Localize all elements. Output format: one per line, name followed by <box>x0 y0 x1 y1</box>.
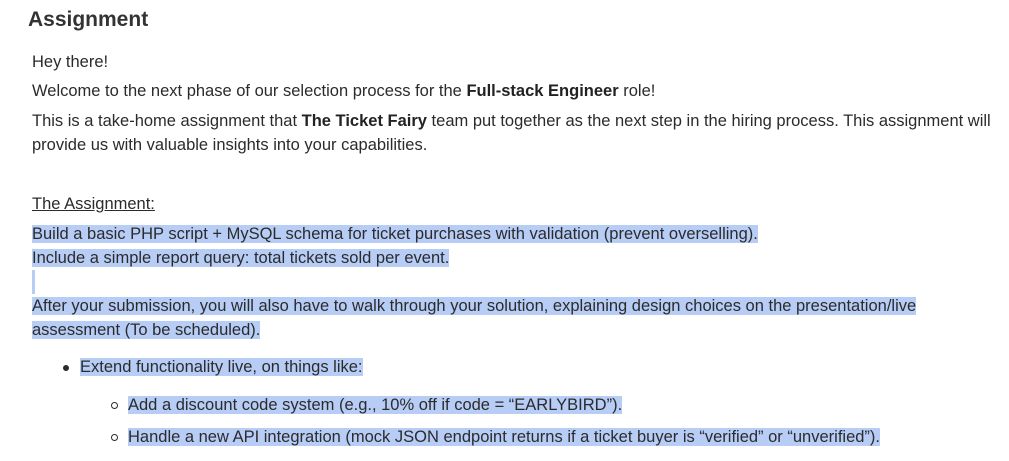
selected-text: After your submission, you will also hav… <box>32 297 917 315</box>
after-submission-line-1: After your submission, you will also hav… <box>32 294 1002 318</box>
selected-text: assessment (To be scheduled). <box>32 321 261 339</box>
selection-marker <box>32 270 35 294</box>
page-title: Assignment <box>28 8 149 31</box>
role-name: Full-stack Engineer <box>466 82 619 100</box>
welcome-post: role! <box>618 82 656 100</box>
selected-text: Build a basic PHP script + MySQL schema … <box>32 225 758 243</box>
team-name: The Ticket Fairy <box>301 112 427 130</box>
blank-line <box>32 270 1002 294</box>
list-item: Handle a new API integration (mock JSON … <box>80 425 1002 449</box>
greeting-text: Hey there! <box>32 53 109 71</box>
bullet-list: Extend functionality live, on things lik… <box>32 355 1002 449</box>
selected-text: Include a simple report query: total tic… <box>32 249 450 267</box>
list-item: Extend functionality live, on things lik… <box>32 355 1002 449</box>
sub-bullet-text: Add a discount code system (e.g., 10% of… <box>128 396 623 414</box>
sub-bullet-text: Handle a new API integration (mock JSON … <box>128 428 880 446</box>
sub-bullet-list: Add a discount code system (e.g., 10% of… <box>80 393 1002 449</box>
after-submission-line-2: assessment (To be scheduled). <box>32 318 1002 342</box>
list-item: Add a discount code system (e.g., 10% of… <box>80 393 1002 417</box>
task-line-1: Build a basic PHP script + MySQL schema … <box>32 222 1002 246</box>
welcome-pre: Welcome to the next phase of our selecti… <box>32 82 467 100</box>
welcome-paragraph: Welcome to the next phase of our selecti… <box>32 79 1002 103</box>
assignment-heading: The Assignment: <box>32 195 155 213</box>
bullet-main-text: Extend functionality live, on things lik… <box>80 358 363 376</box>
task-line-2: Include a simple report query: total tic… <box>32 246 1002 270</box>
intro-pre: This is a take-home assignment that <box>32 112 302 130</box>
document-body: Hey there! Welcome to the next phase of … <box>32 50 1002 457</box>
intro-paragraph: This is a take-home assignment that The … <box>32 109 1002 157</box>
